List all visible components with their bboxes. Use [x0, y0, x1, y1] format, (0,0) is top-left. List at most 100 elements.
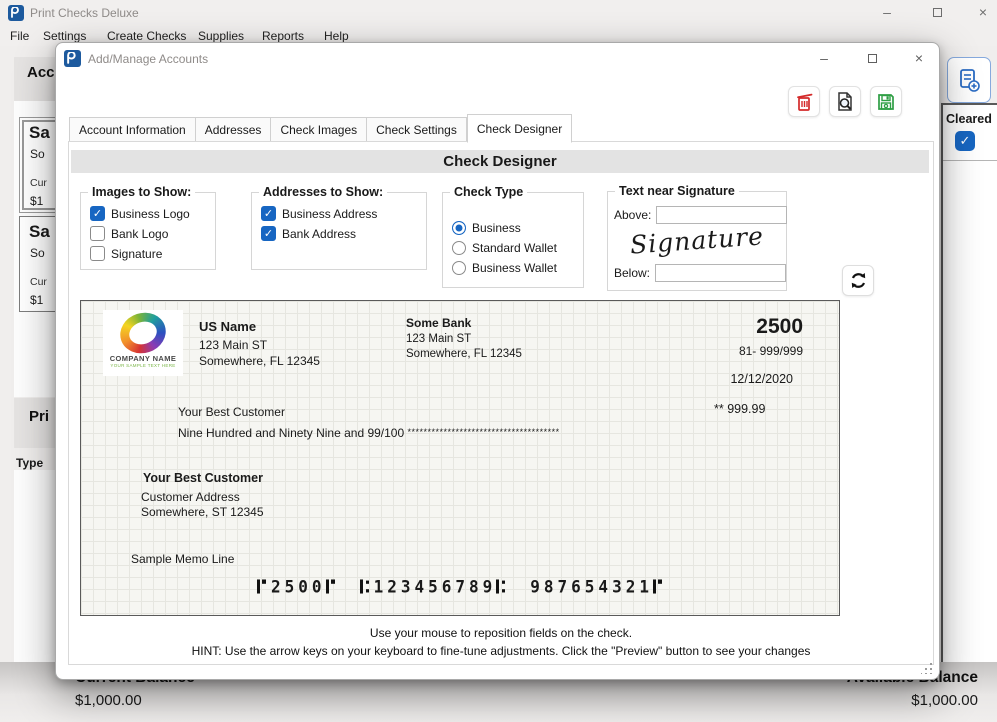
- account-card-value: $1: [30, 293, 43, 307]
- date-field[interactable]: 12/12/2020: [715, 372, 793, 386]
- menu-settings[interactable]: Settings: [43, 29, 86, 43]
- trash-icon: [795, 92, 814, 112]
- business-address-line1: 123 Main ST: [199, 337, 320, 353]
- delete-account-button[interactable]: [788, 86, 820, 117]
- dialog-title: Add/Manage Accounts: [88, 52, 208, 66]
- dialog-minimize-button[interactable]: –: [804, 45, 844, 71]
- option-bank-logo[interactable]: Bank Logo: [90, 225, 168, 242]
- dialog-close-button[interactable]: ×: [899, 45, 939, 71]
- current-balance-value: $1,000.00: [75, 692, 142, 709]
- text-near-signature-legend: Text near Signature: [615, 184, 739, 198]
- amount-words-field[interactable]: Nine Hundred and Ninety Nine and 99/100 …: [178, 426, 560, 440]
- fraction-field[interactable]: 81- 999/999: [715, 344, 803, 358]
- micr-onus-icon: [257, 578, 267, 594]
- business-address-field[interactable]: US Name 123 Main ST Somewhere, FL 12345: [199, 319, 320, 369]
- micr-routing-number: 123456789: [374, 576, 497, 597]
- below-label: Below:: [614, 266, 650, 280]
- option-business-wallet[interactable]: Business Wallet: [452, 259, 557, 276]
- bank-address-line1: 123 Main ST: [406, 332, 522, 347]
- add-document-icon: [956, 67, 982, 93]
- above-label: Above:: [614, 208, 651, 222]
- cleared-checkbox[interactable]: ✓: [955, 131, 975, 151]
- logo-tagline: YOUR SAMPLE TEXT HERE: [103, 363, 183, 368]
- dialog-resize-grip[interactable]: [921, 662, 933, 674]
- images-to-show-group: Images to Show: ✓ Business Logo Bank Log…: [80, 192, 216, 270]
- account-card-subtitle: So: [30, 246, 45, 260]
- option-signature[interactable]: Signature: [90, 245, 162, 262]
- check-designer-heading: Check Designer: [71, 150, 929, 173]
- save-button[interactable]: [870, 86, 902, 117]
- available-balance-value: $1,000.00: [911, 692, 978, 709]
- standard-wallet-radio[interactable]: [452, 241, 466, 255]
- micr-onus-icon: [653, 578, 663, 594]
- business-address-checkbox[interactable]: ✓: [261, 206, 276, 221]
- dialog-app-icon: [64, 50, 81, 67]
- micr-onus-icon: [326, 578, 336, 594]
- app-icon: [8, 5, 24, 21]
- memo-field[interactable]: Sample Memo Line: [131, 552, 234, 566]
- option-business-address[interactable]: ✓ Business Address: [261, 205, 377, 222]
- save-floppy-icon: [876, 92, 896, 112]
- option-business[interactable]: Business: [452, 219, 521, 236]
- bank-address-checkbox[interactable]: ✓: [261, 226, 276, 241]
- type-column-header: Type: [16, 456, 43, 470]
- bank-address-field[interactable]: Some Bank 123 Main ST Somewhere, FL 1234…: [406, 316, 522, 362]
- bank-name: Some Bank: [406, 316, 522, 330]
- amount-numeric-field[interactable]: ** 999.99: [714, 402, 765, 416]
- check-number-field[interactable]: 2500: [715, 315, 803, 339]
- maximize-button[interactable]: [916, 0, 958, 24]
- account-card-title: Sa: [29, 123, 50, 143]
- micr-transit-icon: [360, 578, 370, 594]
- account-card-value: $1: [30, 194, 43, 208]
- bank-address-line2: Somewhere, FL 12345: [406, 347, 522, 362]
- cleared-column-header: Cleared: [946, 112, 992, 126]
- dialog-maximize-button[interactable]: [852, 45, 892, 71]
- menu-file[interactable]: File: [10, 29, 29, 43]
- micr-line-field[interactable]: 2500 123456789 987654321: [81, 576, 839, 597]
- minimize-button[interactable]: –: [866, 0, 908, 24]
- tab-check-settings[interactable]: Check Settings: [367, 117, 467, 142]
- signature-checkbox[interactable]: [90, 246, 105, 261]
- business-logo-checkbox[interactable]: ✓: [90, 206, 105, 221]
- business-radio[interactable]: [452, 221, 466, 235]
- dialog-maximize-icon: [868, 54, 877, 63]
- account-card-title: Sa: [29, 222, 50, 242]
- print-heading-text: Pri: [29, 408, 49, 425]
- transactions-table: [941, 103, 997, 662]
- business-wallet-radio[interactable]: [452, 261, 466, 275]
- below-input[interactable]: [655, 264, 786, 282]
- check-preview: COMPANY NAME YOUR SAMPLE TEXT HERE US Na…: [80, 300, 840, 616]
- option-standard-wallet[interactable]: Standard Wallet: [452, 239, 557, 256]
- accounts-heading-text: Acc: [27, 64, 55, 81]
- check-type-legend: Check Type: [450, 185, 527, 199]
- tab-check-designer[interactable]: Check Designer: [467, 114, 572, 143]
- check-designer-pane: Check Designer Images to Show: ✓ Busines…: [68, 141, 934, 665]
- bank-logo-checkbox[interactable]: [90, 226, 105, 241]
- tab-addresses[interactable]: Addresses: [196, 117, 272, 142]
- close-button[interactable]: ×: [962, 0, 997, 24]
- customer-address-field[interactable]: Your Best Customer Customer Address Some…: [143, 471, 264, 520]
- refresh-preview-button[interactable]: [842, 265, 874, 296]
- customer-name: Your Best Customer: [143, 471, 264, 485]
- company-logo-swirl: [115, 307, 171, 359]
- micr-check-number: 2500: [271, 576, 326, 597]
- add-account-button[interactable]: [947, 57, 991, 103]
- menu-create-checks[interactable]: Create Checks: [107, 29, 186, 43]
- customer-address-line2: Somewhere, ST 12345: [141, 505, 264, 520]
- menu-reports[interactable]: Reports: [262, 29, 304, 43]
- account-card-subtitle: So: [30, 147, 45, 161]
- menu-supplies[interactable]: Supplies: [198, 29, 244, 43]
- text-near-signature-group: Text near Signature Above: Signature Bel…: [607, 191, 787, 291]
- preview-button[interactable]: [829, 86, 861, 117]
- add-manage-accounts-dialog: Add/Manage Accounts – × Account: [55, 42, 940, 680]
- tab-check-images[interactable]: Check Images: [271, 117, 367, 142]
- signature-script-preview: Signature: [607, 220, 787, 261]
- option-bank-address[interactable]: ✓ Bank Address: [261, 225, 356, 242]
- main-titlebar: Print Checks Deluxe – ×: [0, 0, 997, 26]
- micr-account-number: 987654321: [530, 576, 653, 597]
- menu-help[interactable]: Help: [324, 29, 349, 43]
- tab-account-information[interactable]: Account Information: [69, 117, 196, 142]
- payee-field[interactable]: Your Best Customer: [178, 405, 285, 419]
- business-logo-field[interactable]: COMPANY NAME YOUR SAMPLE TEXT HERE: [103, 310, 183, 376]
- option-business-logo[interactable]: ✓ Business Logo: [90, 205, 190, 222]
